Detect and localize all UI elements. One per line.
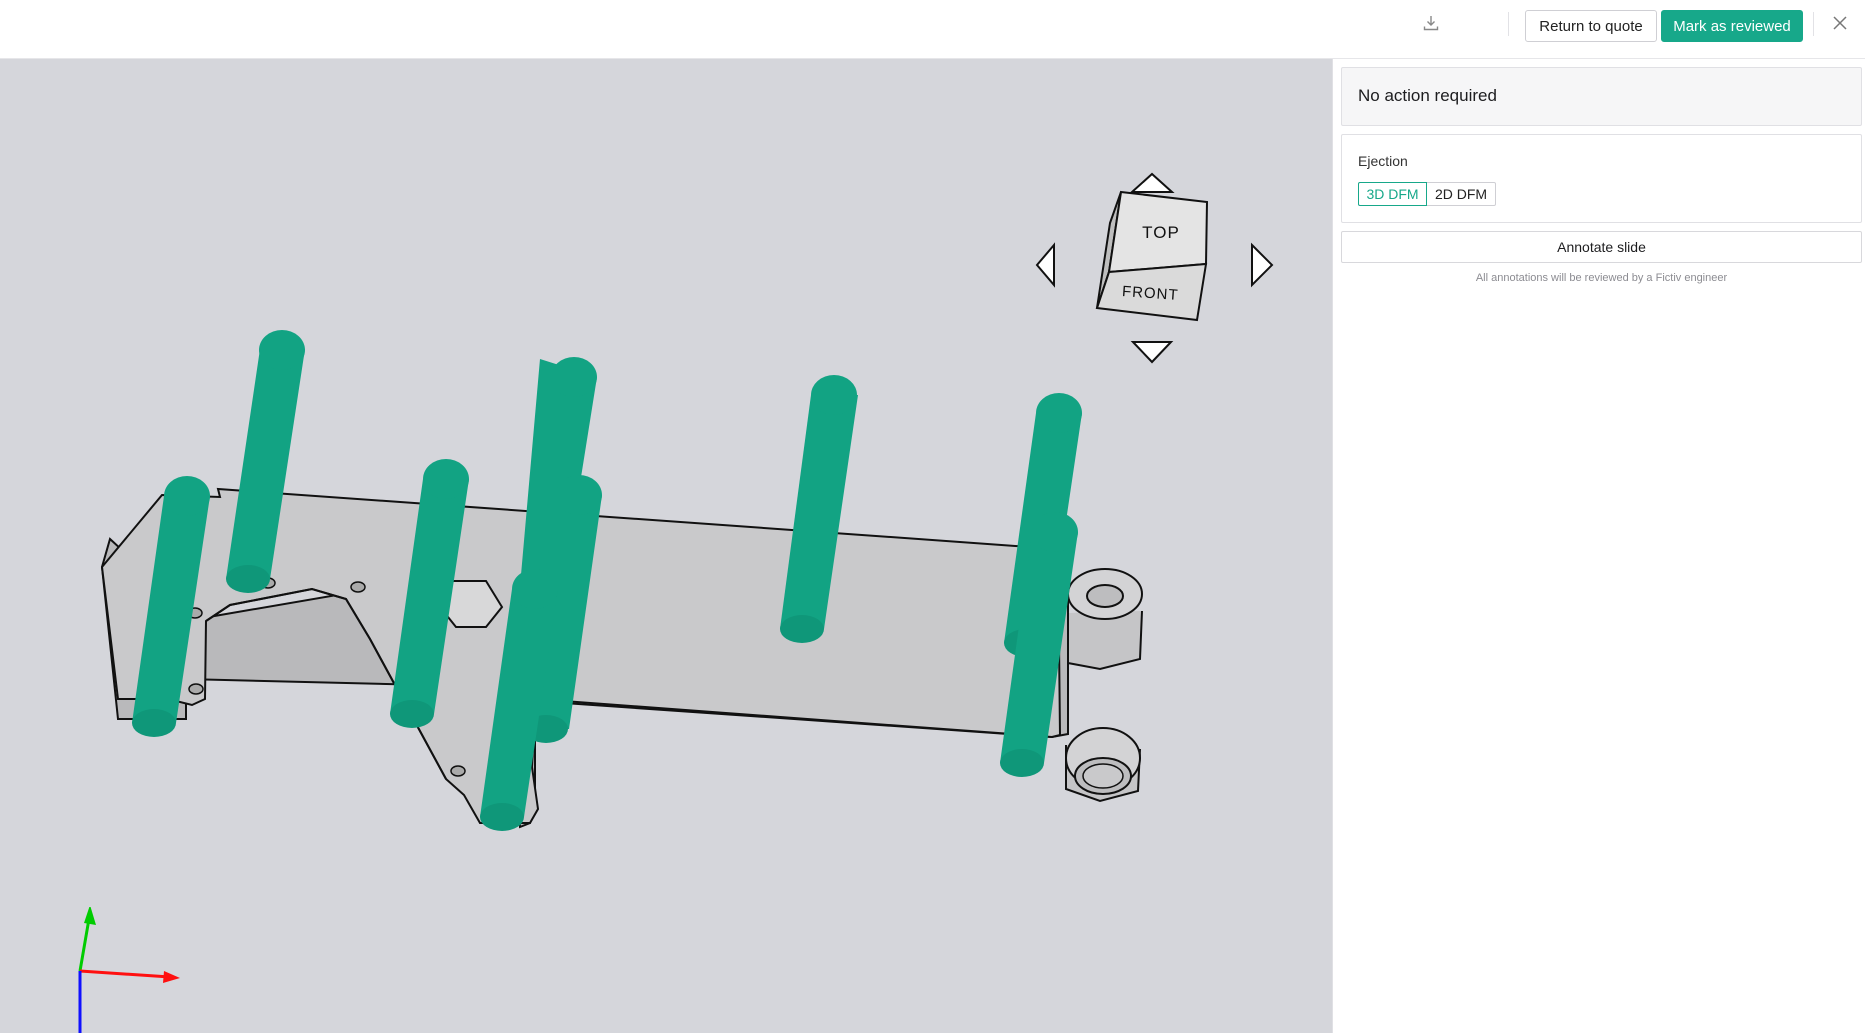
rotate-right-icon[interactable] — [1251, 242, 1274, 288]
rotate-left-icon[interactable] — [1035, 242, 1055, 288]
tab-3d-dfm[interactable]: 3D DFM — [1358, 182, 1427, 206]
divider — [1508, 12, 1509, 36]
close-icon[interactable] — [1826, 10, 1854, 36]
annotate-slide-button[interactable]: Annotate slide — [1341, 231, 1862, 263]
annotation-note: All annotations will be reviewed by a Fi… — [1475, 272, 1728, 284]
rotate-down-icon[interactable] — [1130, 341, 1174, 364]
axis-triad — [78, 907, 180, 1033]
ejection-card: Ejection 3D DFM 2D DFM — [1341, 134, 1862, 223]
status-card: No action required — [1341, 67, 1862, 126]
side-panel: No action required Ejection 3D DFM 2D DF… — [1332, 59, 1865, 1033]
return-to-quote-button[interactable]: Return to quote — [1525, 10, 1657, 42]
mark-as-reviewed-button[interactable]: Mark as reviewed — [1661, 10, 1803, 42]
divider — [1813, 12, 1814, 36]
3d-viewport[interactable]: TOP FRONT — [0, 59, 1332, 1033]
download-icon[interactable] — [1418, 10, 1444, 36]
x-axis-icon — [79, 969, 171, 979]
status-text: No action required — [1358, 86, 1497, 105]
rotate-up-icon[interactable] — [1129, 172, 1175, 193]
tab-2d-dfm[interactable]: 2D DFM — [1427, 182, 1496, 206]
top-bar: Return to quote Mark as reviewed — [0, 0, 1865, 59]
cube-top-label: TOP — [1142, 223, 1180, 242]
view-cube[interactable]: TOP FRONT — [1025, 112, 1285, 372]
ejection-label: Ejection — [1358, 153, 1408, 169]
